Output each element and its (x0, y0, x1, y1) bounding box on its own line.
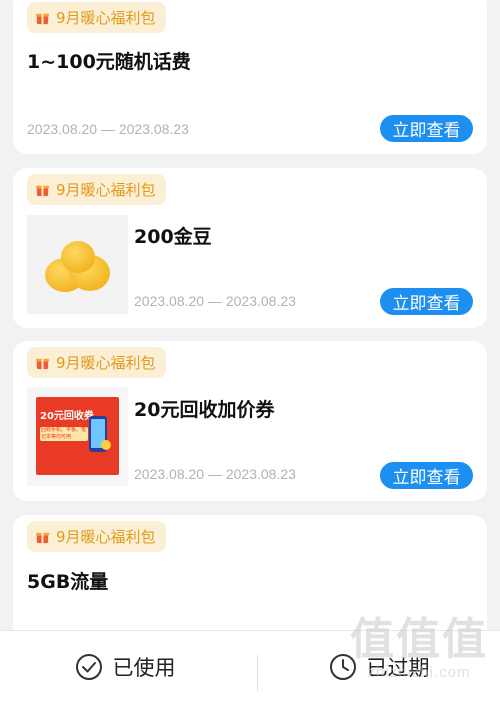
coupon-date-range: 2023.08.20 — 2023.08.23 (134, 293, 296, 309)
gift-box-icon (35, 13, 50, 25)
gold-bean-icon (45, 241, 110, 292)
view-now-button[interactable]: 立即查看 (380, 115, 473, 142)
coupon-date-range: 2023.08.20 — 2023.08.23 (134, 466, 296, 482)
view-now-button[interactable]: 立即查看 (380, 288, 473, 315)
coupon-tag-label: 9月暖心福利包 (56, 354, 156, 372)
view-now-button[interactable]: 立即查看 (380, 462, 473, 489)
coupon-tag-label: 9月暖心福利包 (56, 528, 156, 546)
coupon-thumbnail (27, 215, 128, 314)
coupon-title: 200金豆 (134, 226, 212, 248)
coupon-tag: 9月暖心福利包 (27, 521, 166, 552)
used-tab-label: 已使用 (112, 655, 176, 680)
coupon-thumbnail: 20元回收券 回收手机、平板、笔记本等均可用 (27, 387, 128, 486)
coupon-card[interactable]: 9月暖心福利包 1~100元随机话费 2023.08.20 — 2023.08.… (13, 0, 487, 154)
check-circle-icon (75, 653, 102, 680)
coupon-tag-label: 9月暖心福利包 (56, 9, 156, 27)
coupon-title: 20元回收加价券 (134, 399, 275, 421)
coupon-tag: 9月暖心福利包 (27, 2, 166, 33)
coupon-card[interactable]: 9月暖心福利包 20元回收券 回收手机、平板、笔记本等均可用 20元回收加价券 … (13, 341, 487, 501)
coupon-card[interactable]: 9月暖心福利包 200金豆 2023.08.20 — 2023.08.23 立即… (13, 168, 487, 328)
used-tab[interactable]: 已使用 (0, 631, 250, 702)
gift-box-icon (35, 185, 50, 197)
coupon-tag: 9月暖心福利包 (27, 347, 166, 378)
recycle-coupon-poster: 20元回收券 回收手机、平板、笔记本等均可用 (36, 397, 119, 475)
coupon-title: 5GB流量 (27, 571, 109, 593)
poster-title: 20元回收券 (40, 411, 94, 422)
poster-subtitle: 回收手机、平板、笔记本等均可用 (40, 427, 88, 441)
coupon-title: 1~100元随机话费 (27, 51, 191, 73)
coupon-tag: 9月暖心福利包 (27, 174, 166, 205)
coupon-date-range: 2023.08.20 — 2023.08.23 (27, 121, 189, 137)
gift-box-icon (35, 358, 50, 370)
phone-icon (89, 416, 111, 452)
coupon-tag-label: 9月暖心福利包 (56, 181, 156, 199)
watermark-url: zhizhizhi.com (367, 664, 471, 681)
gift-box-icon (35, 532, 50, 544)
watermark: 值值值 zhizhizhi.com (350, 615, 488, 682)
watermark-logo: 值值值 (350, 615, 488, 664)
